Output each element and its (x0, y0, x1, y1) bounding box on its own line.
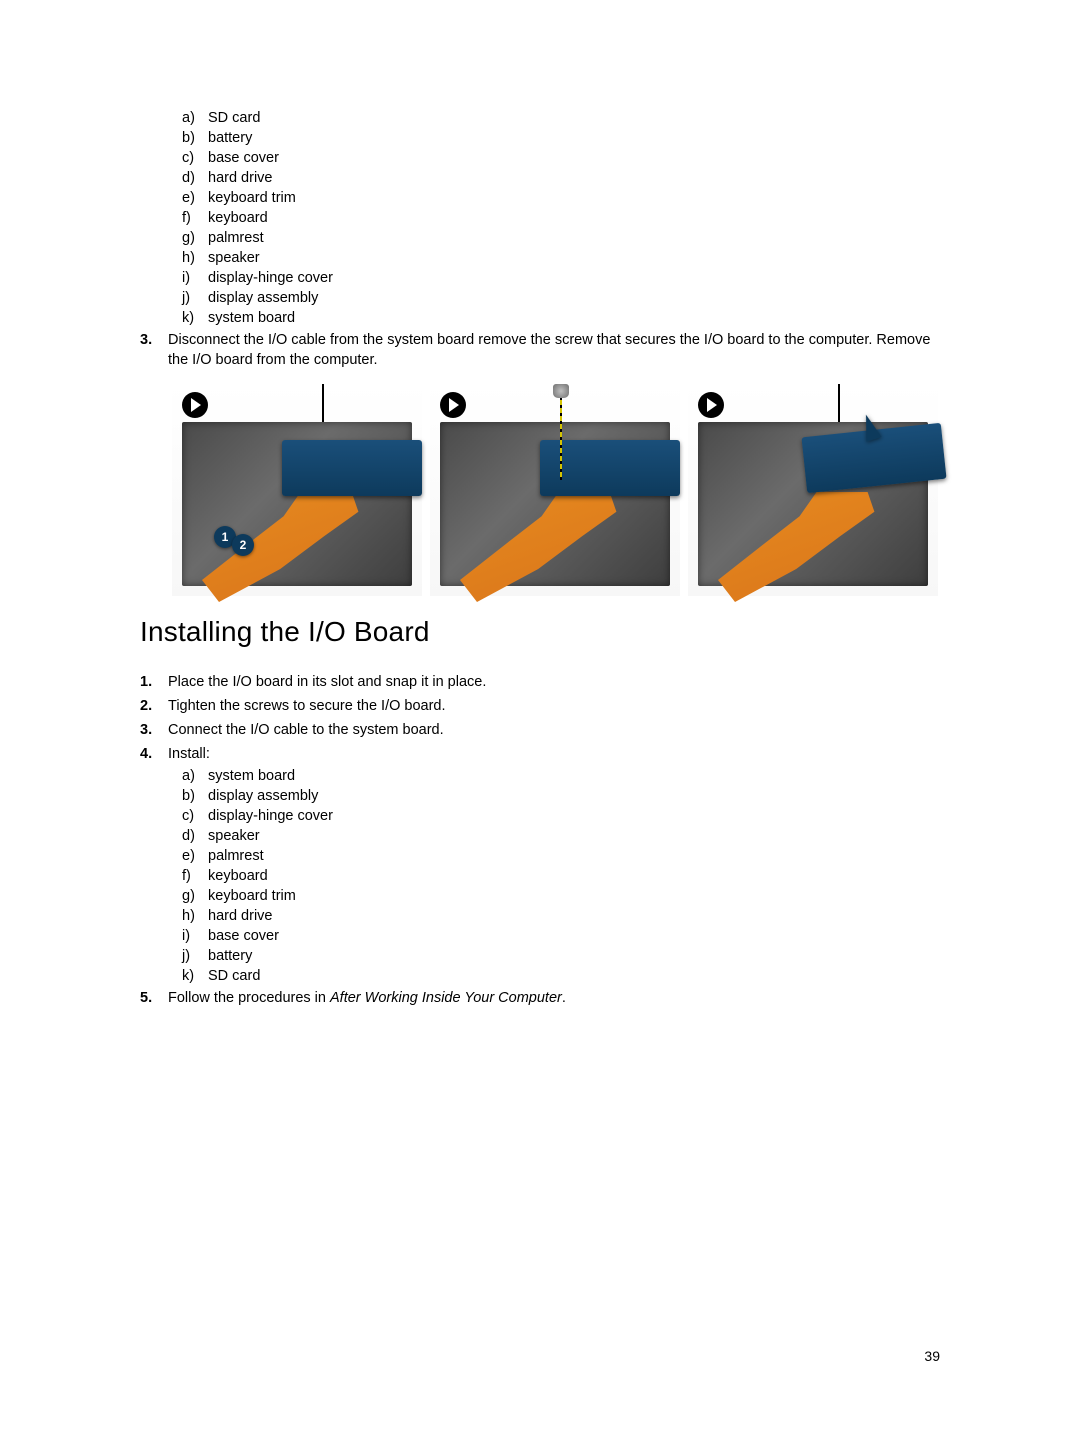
list-item: f)keyboard (182, 866, 940, 886)
page-content: a)SD card b)battery c)base cover d)hard … (140, 108, 940, 1010)
list-item: f)keyboard (182, 208, 940, 228)
list-item: e)palmrest (182, 846, 940, 866)
screw-icon (553, 384, 569, 398)
list-item: a)SD card (182, 108, 940, 128)
list-item: d)hard drive (182, 168, 940, 188)
page-number: 39 (924, 1348, 940, 1364)
install-step-4: 4. Install: (140, 742, 940, 766)
list-item: k)SD card (182, 966, 940, 986)
list-item: d)speaker (182, 826, 940, 846)
play-icon (440, 392, 466, 418)
cross-reference: After Working Inside Your Computer (330, 990, 562, 1006)
list-item: k)system board (182, 308, 940, 328)
screw-path (560, 384, 562, 480)
list-item: c)display-hinge cover (182, 806, 940, 826)
list-item: e)keyboard trim (182, 188, 940, 208)
list-item: j)battery (182, 946, 940, 966)
step-text-pre: Follow the procedures in (168, 990, 330, 1006)
figure-remove-screw (430, 384, 680, 596)
section-heading: Installing the I/O Board (140, 616, 940, 648)
list-item: g)palmrest (182, 228, 940, 248)
list-item: b)battery (182, 128, 940, 148)
list-item: i)base cover (182, 926, 940, 946)
list-item: g)keyboard trim (182, 886, 940, 906)
figure-row: 1 2 (172, 384, 940, 596)
step-text: Disconnect the I/O cable from the system… (168, 330, 940, 370)
callout-line (322, 384, 324, 426)
install-step-5: 5. Follow the procedures in After Workin… (140, 986, 940, 1010)
list-item: c)base cover (182, 148, 940, 168)
removal-sublist: a)SD card b)battery c)base cover d)hard … (140, 108, 940, 328)
install-steps: 1. Place the I/O board in its slot and s… (140, 670, 940, 766)
list-item: a)system board (182, 766, 940, 786)
step-text-post: . (562, 990, 566, 1006)
list-item: i)display-hinge cover (182, 268, 940, 288)
install-step-1: 1. Place the I/O board in its slot and s… (140, 670, 940, 694)
play-icon (182, 392, 208, 418)
list-item: h)hard drive (182, 906, 940, 926)
callout-marker-2: 2 (232, 534, 254, 556)
install-sublist: a)system board b)display assembly c)disp… (140, 766, 940, 986)
list-item: j)display assembly (182, 288, 940, 308)
callout-line (838, 384, 840, 426)
step-number: 3. (140, 330, 154, 370)
figure-disconnect-cable: 1 2 (172, 384, 422, 596)
play-icon (698, 392, 724, 418)
removal-step-3: 3. Disconnect the I/O cable from the sys… (140, 328, 940, 372)
install-step-2: 2. Tighten the screws to secure the I/O … (140, 694, 940, 718)
list-item: b)display assembly (182, 786, 940, 806)
figure-lift-board (688, 384, 938, 596)
install-step-3: 3. Connect the I/O cable to the system b… (140, 718, 940, 742)
list-item: h)speaker (182, 248, 940, 268)
